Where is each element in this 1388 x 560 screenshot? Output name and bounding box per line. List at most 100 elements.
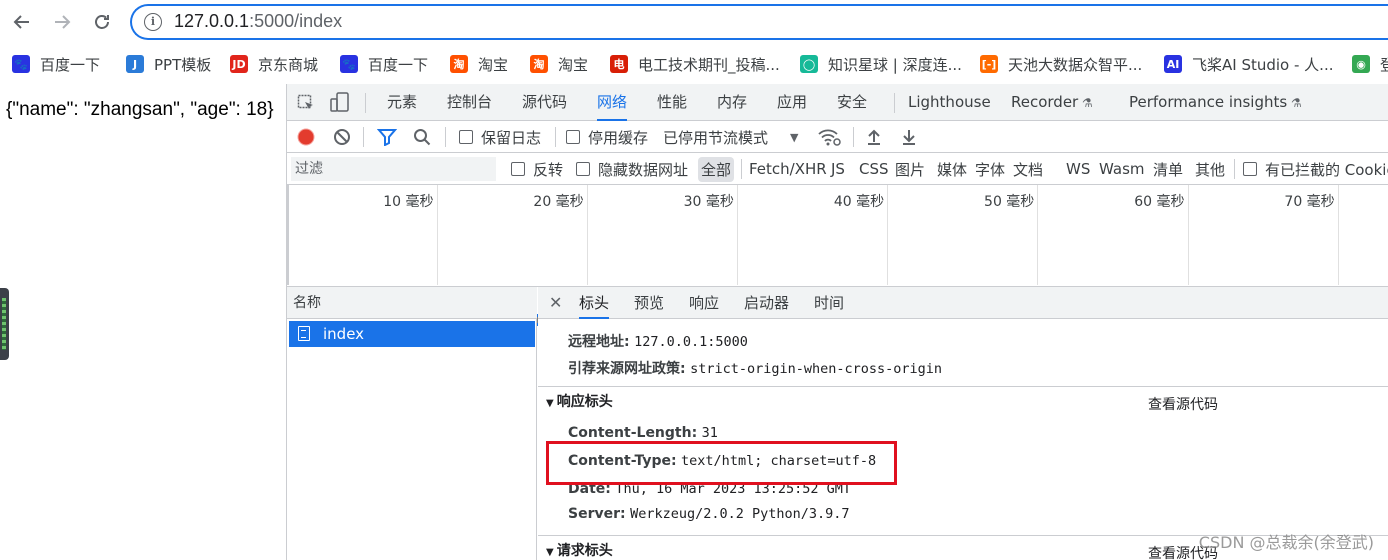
resource-type-filter[interactable]: JS <box>831 153 845 185</box>
devtools-tab[interactable]: 网络 <box>597 84 628 121</box>
resource-type-filter[interactable]: CSS <box>859 153 889 185</box>
bookmark-item[interactable]: AI 飞桨AI Studio - 人... <box>1164 52 1333 76</box>
address-bar[interactable]: i 127.0.0.1:5000/index <box>130 4 1388 40</box>
back-button[interactable] <box>8 8 36 36</box>
resource-type-filter[interactable]: Fetch/XHR <box>749 153 827 185</box>
devtools-tab[interactable]: Performance insights ⚗ <box>1129 84 1302 121</box>
header-value: strict-origin-when-cross-origin <box>690 361 943 377</box>
bookmark-label: 百度一下 <box>40 55 101 74</box>
devtools-tab[interactable]: 应用 <box>777 84 807 121</box>
resource-type-filter[interactable]: 其他 <box>1195 153 1225 185</box>
filter-input[interactable] <box>291 157 496 181</box>
preserve-log-checkbox[interactable]: 保留日志 <box>459 121 541 153</box>
blocked-cookies-label: 有已拦截的 Cookie <box>1265 160 1388 179</box>
devtools-tab[interactable]: 安全 <box>837 84 867 121</box>
bookmark-item[interactable]: 电电工技术期刊_投稿... <box>610 52 780 76</box>
name-column-header[interactable]: 名称 <box>287 287 537 319</box>
section-title-label: 响应标头 <box>556 394 613 410</box>
bookmark-item[interactable]: ◯ 知识星球 | 深度连... <box>800 52 962 76</box>
bookmark-item[interactable]: [-] 天池大数据众智平... <box>980 52 1142 76</box>
bookmark-item[interactable]: JD 京东商城 <box>230 52 318 76</box>
devtools-tab[interactable]: 内存 <box>717 84 747 121</box>
wifi-settings-icon <box>818 129 841 146</box>
detail-tab[interactable]: 启动器 <box>744 287 789 319</box>
bookmark-item[interactable]: 🐾 百度一下 <box>340 52 428 76</box>
checkbox-box[interactable] <box>576 162 590 176</box>
response-headers-section[interactable]: ▼ 响应标头 <box>538 386 1388 416</box>
hide-data-urls-checkbox[interactable]: 隐藏数据网址 <box>576 153 688 185</box>
disable-cache-checkbox[interactable]: 停用缓存 <box>566 121 648 153</box>
bookmark-item[interactable]: 🐾 百度一下 <box>12 52 100 76</box>
close-icon[interactable]: ✕ <box>549 287 562 319</box>
record-button[interactable] <box>297 128 315 146</box>
resource-type-label: 其他 <box>1195 160 1226 179</box>
bookmark-item[interactable]: J PPT模板 <box>126 52 211 76</box>
devtools-tab[interactable]: Lighthouse <box>908 84 991 121</box>
header-key: Content-Length: <box>568 425 698 441</box>
devtools-tab[interactable]: 元素 <box>387 84 417 121</box>
invert-checkbox[interactable]: 反转 <box>511 153 563 185</box>
detail-tab[interactable]: 预览 <box>634 287 664 319</box>
bookmark-item[interactable]: 淘淘宝 <box>530 52 588 76</box>
resource-type-label: Wasm <box>1099 160 1145 178</box>
resource-type-filter[interactable]: Wasm <box>1099 153 1145 185</box>
resource-type-label: CSS <box>859 160 889 178</box>
resource-type-filter[interactable]: 字体 <box>975 153 1005 185</box>
site-info-icon[interactable]: i <box>144 13 162 31</box>
resource-type-filter[interactable]: 媒体 <box>937 153 967 185</box>
network-conditions-button[interactable] <box>817 127 841 147</box>
devtools-tab-label: 应用 <box>777 93 808 111</box>
ppt-icon: J <box>126 55 144 73</box>
checkbox-box[interactable] <box>1243 162 1257 176</box>
view-source-link[interactable]: 查看源代码 <box>1148 394 1218 414</box>
header-key: Server: <box>568 506 626 522</box>
resource-type-filter[interactable]: 清单 <box>1153 153 1183 185</box>
checkbox-box[interactable] <box>511 162 525 176</box>
preserve-log-label: 保留日志 <box>481 128 542 147</box>
resource-type-label: 全部 <box>698 156 735 182</box>
reload-button[interactable] <box>88 8 116 36</box>
bookmark-item[interactable]: ◉ 登 <box>1352 52 1388 76</box>
request-row[interactable]: index <box>289 321 535 347</box>
search-button[interactable] <box>413 128 431 146</box>
detail-tab[interactable]: 响应 <box>689 287 719 319</box>
resource-type-label: Fetch/XHR <box>749 160 827 178</box>
detail-tab-label: 响应 <box>689 294 720 312</box>
throttling-select[interactable]: 已停用节流模式 ▼ <box>663 121 798 153</box>
import-har-button[interactable] <box>865 128 883 146</box>
resource-type-filter[interactable]: 全部 <box>698 153 735 185</box>
devtools-tab[interactable]: 性能 <box>657 84 687 121</box>
side-widget[interactable] <box>0 288 9 360</box>
address-url: 127.0.0.1:5000/index <box>174 11 343 31</box>
funnel-icon <box>377 129 397 146</box>
checkbox-box[interactable] <box>566 130 580 144</box>
export-har-button[interactable] <box>900 128 918 146</box>
inspect-element-button[interactable] <box>295 92 317 114</box>
forward-button[interactable] <box>48 8 76 36</box>
resource-type-filter[interactable]: WS <box>1066 153 1090 185</box>
disable-cache-label: 停用缓存 <box>588 128 649 147</box>
bookmark-label: 天池大数据众智平... <box>1008 55 1143 74</box>
detail-tab[interactable]: 时间 <box>814 287 844 319</box>
bookmark-item[interactable]: 淘淘宝 <box>450 52 508 76</box>
devtools-tab[interactable]: Recorder ⚗ <box>1011 84 1093 121</box>
devtools-tab[interactable]: 源代码 <box>522 84 567 121</box>
clear-button[interactable] <box>333 128 351 146</box>
resource-type-filter[interactable]: 文档 <box>1013 153 1043 185</box>
network-overview-timeline[interactable]: 10 毫秒 20 毫秒 30 毫秒 40 毫秒 50 毫秒 60 毫秒 70 毫秒 <box>287 185 1388 326</box>
resource-type-filter[interactable]: 图片 <box>895 153 925 185</box>
resource-type-label: JS <box>831 160 845 178</box>
toolbar-separator <box>853 127 854 147</box>
devtools-panel: 元素 控制台 源代码 网络 性能 内存 应用 安全 Lighthouse Recorder ⚗ Pe… <box>286 84 1388 560</box>
detail-tab-label: 启动器 <box>744 294 790 312</box>
checkbox-box[interactable] <box>459 130 473 144</box>
detail-tab[interactable]: 标头 <box>579 287 610 319</box>
journal-icon: 电 <box>610 55 628 73</box>
filter-button[interactable] <box>377 128 397 146</box>
devtools-tab-label: 网络 <box>597 93 628 111</box>
devtools-tab[interactable]: 控制台 <box>447 84 492 121</box>
device-toolbar-button[interactable] <box>329 91 351 113</box>
browser-toolbar: i 127.0.0.1:5000/index <box>0 0 1388 44</box>
blocked-cookies-checkbox[interactable]: 有已拦截的 Cookie <box>1243 153 1388 185</box>
bookmark-label: 淘宝 <box>478 55 509 74</box>
